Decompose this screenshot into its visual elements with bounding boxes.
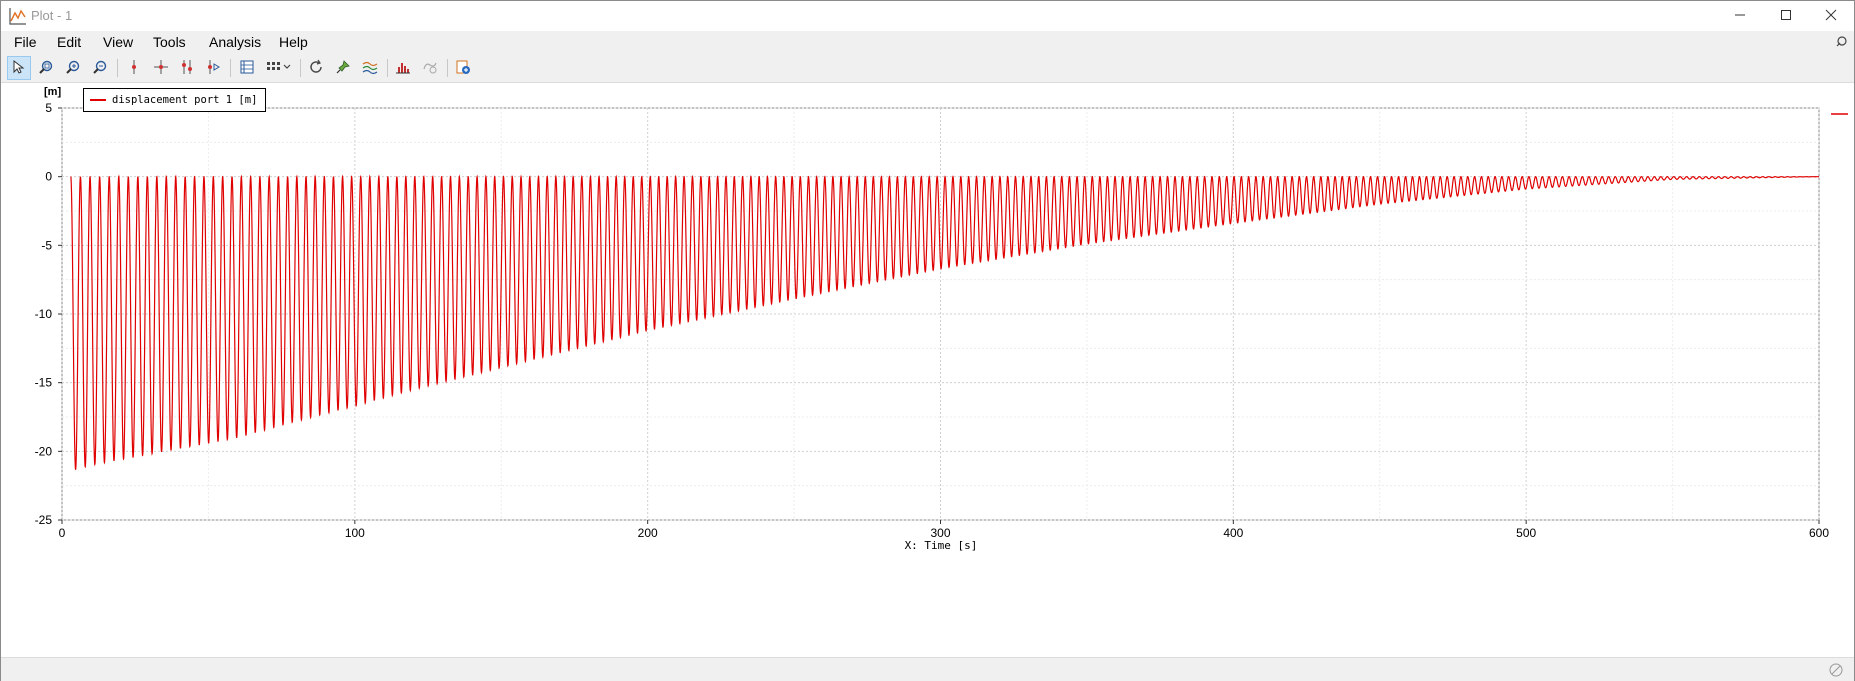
y-tick-label: -15 — [35, 376, 53, 390]
cross-cursor-button[interactable] — [149, 56, 173, 80]
plot-window: Plot - 1 File Edit View Tools Analysis H… — [0, 0, 1855, 681]
pin-button[interactable] — [331, 56, 355, 80]
legend-box[interactable]: displacement port 1 [m] — [83, 88, 267, 112]
menu-bar: File Edit View Tools Analysis Help — [1, 31, 1854, 53]
toolbar-separator — [117, 59, 118, 77]
vertical-cursor-button[interactable] — [122, 56, 146, 80]
menu-edit[interactable]: Edit — [57, 34, 81, 50]
y-tick-label: -10 — [35, 307, 53, 321]
zoom-box-icon — [38, 59, 54, 78]
y-axis-label: [m] — [44, 86, 61, 98]
legend-line-swatch — [90, 99, 106, 101]
legend-entry: displacement port 1 [m] — [112, 94, 258, 106]
cross-cursor-icon — [153, 59, 169, 78]
double-cursor-button[interactable] — [175, 56, 199, 80]
maximize-icon — [1780, 9, 1792, 24]
pointer-icon — [11, 59, 27, 78]
close-icon — [1825, 9, 1837, 24]
menu-tools[interactable]: Tools — [153, 34, 186, 50]
close-button[interactable] — [1808, 1, 1854, 31]
toolbar-separator — [230, 59, 231, 77]
title-bar: Plot - 1 — [1, 1, 1854, 31]
curves-button[interactable] — [358, 56, 382, 80]
x-tick-label: 600 — [1809, 526, 1829, 540]
double-cursor-icon — [179, 59, 195, 78]
y-tick-label: -25 — [35, 513, 53, 527]
y-tick-label: -20 — [35, 444, 53, 458]
grid-layout-icon — [265, 59, 295, 78]
add-plot-icon — [455, 59, 471, 78]
plot-canvas[interactable]: 0 100 200 300 400 500 600 5 0 -5 -10 -15 -20 -25 [m] … — [1, 83, 1854, 657]
menu-help[interactable]: Help — [279, 34, 308, 50]
menu-analysis[interactable]: Analysis — [209, 34, 261, 50]
table-icon — [239, 59, 255, 78]
play-cursor-icon — [205, 59, 221, 78]
x-tick-label: 500 — [1516, 526, 1536, 540]
zoom-box-button[interactable] — [34, 56, 58, 80]
refresh-icon — [308, 59, 324, 78]
refresh-button[interactable] — [304, 56, 328, 80]
window-title: Plot - 1 — [31, 8, 73, 23]
histogram-icon — [395, 59, 411, 78]
plot-toolbar — [1, 53, 1854, 83]
add-plot-button[interactable] — [451, 56, 475, 80]
y-tick-label: 5 — [45, 101, 52, 115]
y-tick-label: -5 — [41, 238, 52, 252]
zoom-out-icon — [92, 59, 108, 78]
status-bar — [1, 657, 1854, 681]
pin-icon — [335, 59, 351, 78]
histogram-button[interactable] — [391, 56, 415, 80]
minimize-button[interactable] — [1717, 1, 1763, 31]
x-tick-label: 400 — [1223, 526, 1243, 540]
play-cursor-button[interactable] — [201, 56, 225, 80]
pointer-tool-button[interactable] — [7, 56, 31, 80]
menu-file[interactable]: File — [14, 34, 37, 50]
grid-layout-button[interactable] — [263, 56, 297, 80]
lasso-button[interactable] — [418, 56, 442, 80]
plot-app-icon — [9, 7, 27, 25]
line-chart[interactable]: 0 100 200 300 400 500 60050-5-10-15-20-25 [m] … — [1, 83, 1854, 657]
lasso-icon — [422, 59, 438, 78]
curves-icon — [362, 59, 378, 78]
toolbar-separator — [300, 59, 301, 77]
y-tick-label: 0 — [45, 170, 52, 184]
x-tick-label: 0 — [59, 526, 66, 540]
toolbar-separator — [387, 59, 388, 77]
x-tick-label: 200 — [638, 526, 658, 540]
toolbar-separator — [447, 59, 448, 77]
minimize-icon — [1734, 9, 1746, 24]
maximize-button[interactable] — [1763, 1, 1809, 31]
vertical-cursor-icon — [126, 59, 142, 78]
x-tick-label: 300 — [930, 526, 950, 540]
zoom-out-button[interactable] — [88, 56, 112, 80]
x-tick-label: 100 — [345, 526, 365, 540]
table-button[interactable] — [235, 56, 259, 80]
zoom-in-icon — [65, 59, 81, 78]
zoom-in-button[interactable] — [61, 56, 85, 80]
x-axis-label: X: Time [s] — [905, 539, 978, 552]
dock-pin-icon[interactable] — [1835, 34, 1849, 51]
menu-view[interactable]: View — [103, 34, 133, 50]
resize-grip-icon — [1828, 662, 1844, 681]
